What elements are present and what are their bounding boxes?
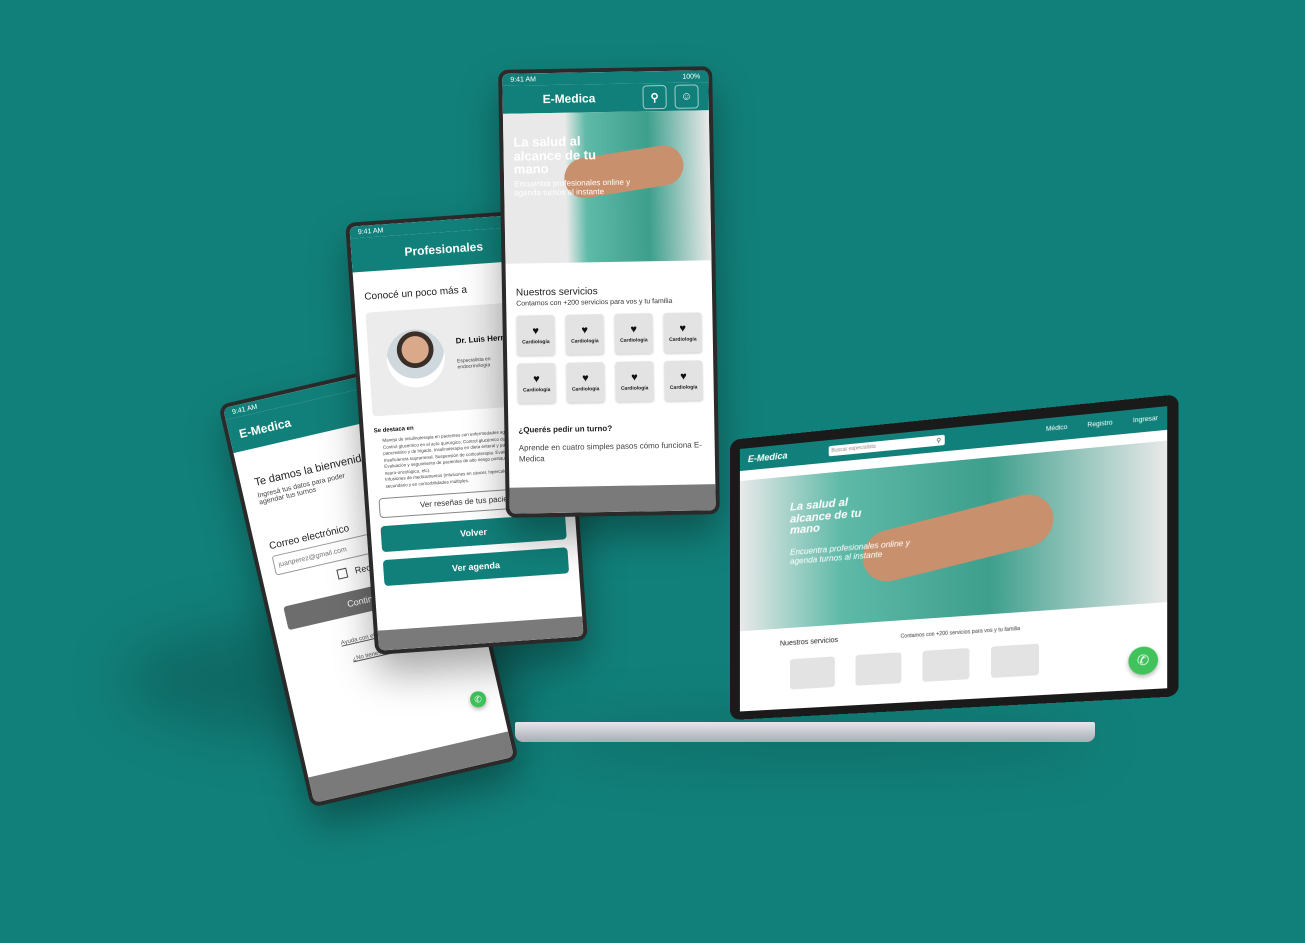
services-subtitle: Contamos con +200 servicios para vos y t… — [900, 625, 1021, 640]
laptop-screen: E-Medica Buscar especialista ⚲ Médico Re… — [730, 394, 1179, 720]
heart-icon: ♥ — [533, 372, 540, 385]
doctor-avatar — [384, 327, 447, 390]
back-button[interactable]: Volver — [380, 513, 567, 553]
heart-icon: ♥ — [581, 323, 589, 336]
heart-icon: ♥ — [532, 324, 540, 337]
doctor-specialty: Especialista en endocrinología — [456, 356, 491, 371]
heart-icon: ♥ — [582, 371, 589, 384]
user-icon[interactable]: ☺ — [674, 84, 699, 109]
hero-subtitle: Encuentra profesionales online y agenda … — [514, 177, 631, 198]
whatsapp-icon[interactable]: ✆ — [468, 689, 488, 709]
turn-title: ¿Querés pedir un turno? — [518, 423, 613, 435]
desktop-brand: E-Medica — [747, 450, 788, 465]
services-subtitle: Contamos con +200 servicios para vos y t… — [516, 297, 673, 308]
desktop-search[interactable]: Buscar especialista ⚲ — [828, 434, 945, 457]
service-card[interactable]: ♥ Cardiología — [565, 314, 605, 355]
app-title: E-Medica — [237, 415, 293, 442]
app-title: E-Medica — [542, 91, 596, 107]
whatsapp-icon[interactable]: ✆ — [1128, 645, 1159, 676]
desktop-search-input[interactable]: Buscar especialista — [831, 444, 876, 455]
app-title: Profesionales — [403, 239, 484, 259]
hero-banner: La salud al alcance de tu mano Encuentra… — [502, 110, 712, 264]
service-card[interactable] — [855, 652, 902, 686]
service-card[interactable]: ♥ Cardiología — [517, 362, 556, 404]
service-card[interactable]: ♥ Cardiología — [615, 361, 654, 402]
hero-title: La salud al alcance de tu mano — [790, 496, 862, 538]
back-arrow-icon[interactable] — [361, 254, 373, 255]
hero-arms — [858, 488, 1058, 587]
heart-icon: ♥ — [630, 323, 638, 336]
laptop-base — [515, 722, 1095, 742]
heart-icon: ♥ — [680, 370, 687, 383]
service-card[interactable]: ♥ Cardiología — [614, 313, 654, 354]
services-grid: ♥ Cardiología ♥ Cardiología ♥ Cardiología ♥… — [516, 312, 704, 404]
service-card[interactable] — [922, 647, 970, 682]
search-icon: ⚲ — [936, 437, 942, 445]
nav-medico[interactable]: Médico — [1046, 425, 1067, 433]
schedule-button[interactable]: Ver agenda — [382, 547, 570, 587]
heart-icon: ♥ — [679, 322, 687, 335]
bottom-nav-bar — [308, 731, 514, 803]
home-phone: 9:41 AM 100% E-Medica ⚲ ☺ La salud al alc… — [498, 66, 720, 518]
service-card[interactable] — [790, 656, 835, 690]
search-icon[interactable]: ⚲ — [642, 84, 667, 110]
service-card[interactable]: ♥ Cardiología — [664, 360, 703, 402]
service-card[interactable]: ♥ Cardiología — [663, 312, 703, 354]
service-card[interactable]: ♥ Cardiología — [516, 314, 556, 356]
bottom-nav-bar — [509, 484, 716, 514]
hero-title: La salud al alcance de tu mano — [513, 133, 597, 177]
app-bar: E-Medica ⚲ ☺ — [502, 82, 709, 114]
bottom-nav-bar — [377, 616, 584, 651]
services-title: Nuestros servicios — [779, 636, 839, 648]
services-title: Nuestros servicios — [515, 286, 598, 299]
nav-ingresar[interactable]: Ingresar — [1133, 416, 1158, 425]
service-card[interactable] — [990, 643, 1040, 678]
heart-icon: ♥ — [631, 371, 638, 384]
laptop-display: E-Medica Buscar especialista ⚲ Médico Re… — [739, 406, 1168, 712]
desktop-hero: La salud al alcance de tu mano Encuentra… — [739, 440, 1168, 632]
nav-registro[interactable]: Registro — [1087, 420, 1112, 429]
remember-checkbox[interactable] — [336, 567, 349, 580]
service-card[interactable]: ♥ Cardiología — [566, 362, 605, 403]
turn-text: Aprende en cuatro simples pasos cómo fun… — [518, 440, 702, 464]
